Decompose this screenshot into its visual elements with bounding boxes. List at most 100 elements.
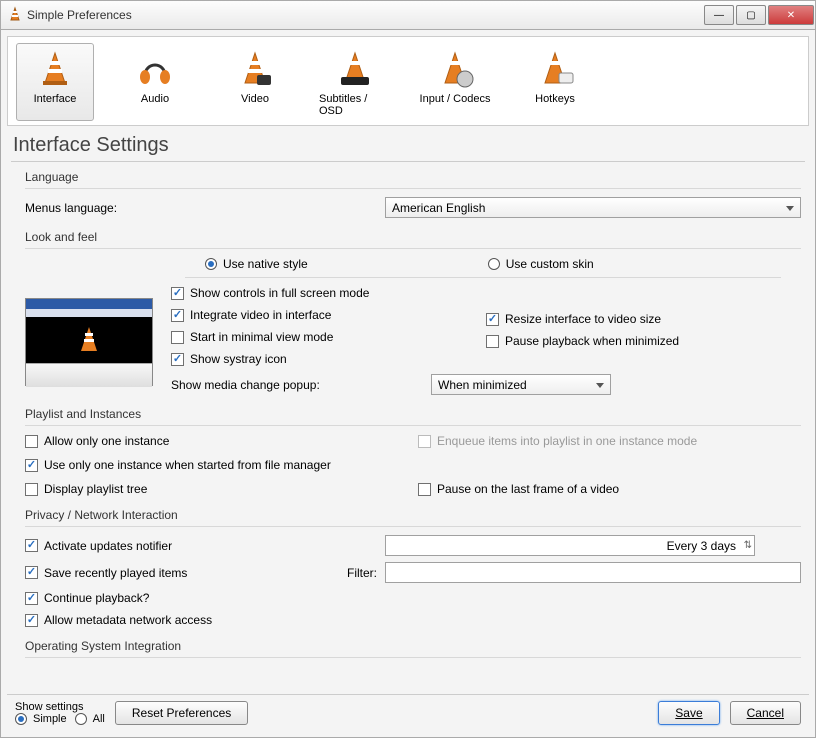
checkbox-icon bbox=[25, 592, 38, 605]
interface-icon bbox=[31, 47, 79, 91]
footer: Show settings Simple All Reset Preferenc… bbox=[7, 694, 809, 731]
check-label: Display playlist tree bbox=[44, 482, 147, 496]
group-title: Operating System Integration bbox=[25, 639, 801, 653]
radio-simple[interactable]: Simple bbox=[15, 713, 67, 725]
check-label: Integrate video in interface bbox=[190, 308, 331, 322]
check-show-controls[interactable]: Show controls in full screen mode bbox=[171, 286, 486, 300]
group-title: Language bbox=[25, 170, 801, 184]
filter-input[interactable] bbox=[385, 562, 801, 583]
video-icon bbox=[231, 47, 279, 91]
check-start-minimal[interactable]: Start in minimal view mode bbox=[171, 330, 486, 344]
check-label: Start in minimal view mode bbox=[190, 330, 333, 344]
checkbox-icon bbox=[25, 483, 38, 496]
category-subtitles[interactable]: Subtitles / OSD bbox=[316, 43, 394, 121]
check-label: Use only one instance when started from … bbox=[44, 458, 331, 472]
category-label: Subtitles / OSD bbox=[319, 93, 391, 117]
group-separator bbox=[25, 248, 801, 249]
maximize-button[interactable]: ▢ bbox=[736, 5, 766, 25]
save-button[interactable]: Save bbox=[658, 701, 719, 725]
check-label: Show systray icon bbox=[190, 352, 287, 366]
category-hotkeys[interactable]: Hotkeys bbox=[516, 43, 594, 121]
check-label: Allow metadata network access bbox=[44, 613, 212, 627]
check-use-one-fm[interactable]: Use only one instance when started from … bbox=[25, 458, 408, 472]
group-playlist: Playlist and Instances Allow only one in… bbox=[25, 407, 801, 496]
check-allow-one-instance[interactable]: Allow only one instance bbox=[25, 434, 408, 448]
group-title: Look and feel bbox=[25, 230, 801, 244]
checkbox-icon bbox=[418, 483, 431, 496]
category-bar: Interface Audio Video Subtitles / OSD In… bbox=[7, 36, 809, 126]
check-continue-playback[interactable]: Continue playback? bbox=[25, 591, 801, 605]
checkbox-icon bbox=[171, 331, 184, 344]
category-audio[interactable]: Audio bbox=[116, 43, 194, 121]
check-show-systray[interactable]: Show systray icon bbox=[171, 352, 486, 366]
checkbox-icon bbox=[486, 335, 499, 348]
checkbox-icon bbox=[171, 287, 184, 300]
show-settings-group: Show settings Simple All bbox=[15, 701, 105, 725]
category-video[interactable]: Video bbox=[216, 43, 294, 121]
group-separator bbox=[25, 526, 801, 527]
updates-interval-spinner[interactable]: Every 3 days bbox=[385, 535, 755, 556]
category-input-codecs[interactable]: Input / Codecs bbox=[416, 43, 494, 121]
check-label: Pause playback when minimized bbox=[505, 334, 679, 348]
radio-icon bbox=[75, 713, 87, 725]
check-enqueue-items: Enqueue items into playlist in one insta… bbox=[418, 434, 801, 448]
media-popup-select[interactable]: When minimized bbox=[431, 374, 611, 395]
category-interface[interactable]: Interface bbox=[16, 43, 94, 121]
check-integrate-video[interactable]: Integrate video in interface bbox=[171, 308, 486, 322]
check-pause-minimized[interactable]: Pause playback when minimized bbox=[486, 334, 801, 348]
check-label: Continue playback? bbox=[44, 591, 149, 605]
cancel-button[interactable]: Cancel bbox=[730, 701, 801, 725]
check-label: Pause on the last frame of a video bbox=[437, 482, 619, 496]
radio-label: Simple bbox=[33, 713, 67, 725]
group-privacy: Privacy / Network Interaction Activate u… bbox=[25, 508, 801, 627]
check-updates-notifier[interactable]: Activate updates notifier bbox=[25, 539, 385, 553]
category-label: Audio bbox=[141, 93, 169, 105]
check-save-recent[interactable]: Save recently played items bbox=[25, 566, 325, 580]
checkbox-icon bbox=[25, 459, 38, 472]
minimize-button[interactable]: — bbox=[704, 5, 734, 25]
check-label: Show controls in full screen mode bbox=[190, 286, 369, 300]
group-separator bbox=[25, 425, 801, 426]
category-label: Hotkeys bbox=[535, 93, 575, 105]
radio-icon bbox=[488, 258, 500, 270]
check-label: Save recently played items bbox=[44, 566, 187, 580]
checkbox-icon bbox=[25, 614, 38, 627]
filter-label: Filter: bbox=[325, 566, 385, 580]
input-codecs-icon bbox=[431, 47, 479, 91]
radio-all[interactable]: All bbox=[75, 713, 105, 725]
check-display-tree[interactable]: Display playlist tree bbox=[25, 482, 408, 496]
radio-label: All bbox=[93, 713, 105, 725]
reset-preferences-button[interactable]: Reset Preferences bbox=[115, 701, 248, 725]
hotkeys-icon bbox=[531, 47, 579, 91]
check-pause-last-frame[interactable]: Pause on the last frame of a video bbox=[418, 482, 801, 496]
check-label: Resize interface to video size bbox=[505, 312, 661, 326]
category-label: Input / Codecs bbox=[420, 93, 491, 105]
settings-scroll-area[interactable]: Language Menus language: American Englis… bbox=[7, 166, 809, 694]
group-language: Language Menus language: American Englis… bbox=[25, 170, 801, 218]
checkbox-icon bbox=[25, 435, 38, 448]
skin-preview bbox=[25, 298, 153, 386]
show-settings-label: Show settings bbox=[15, 701, 105, 713]
check-resize-interface[interactable]: Resize interface to video size bbox=[486, 312, 801, 326]
checkbox-icon bbox=[171, 353, 184, 366]
audio-icon bbox=[131, 47, 179, 91]
checkbox-icon bbox=[171, 309, 184, 322]
title-separator bbox=[11, 161, 805, 162]
group-os-integration: Operating System Integration bbox=[25, 639, 801, 658]
check-metadata-access[interactable]: Allow metadata network access bbox=[25, 613, 801, 627]
category-label: Video bbox=[241, 93, 269, 105]
menus-language-select[interactable]: American English bbox=[385, 197, 801, 218]
page-title: Interface Settings bbox=[13, 134, 803, 157]
radio-label: Use native style bbox=[223, 257, 308, 271]
group-separator bbox=[25, 188, 801, 189]
category-label: Interface bbox=[34, 93, 77, 105]
checkbox-icon bbox=[25, 539, 38, 552]
radio-icon bbox=[205, 258, 217, 270]
radio-custom-skin[interactable]: Use custom skin bbox=[488, 257, 594, 271]
close-button[interactable]: ✕ bbox=[768, 5, 814, 25]
check-label: Activate updates notifier bbox=[44, 539, 172, 553]
check-label: Enqueue items into playlist in one insta… bbox=[437, 434, 697, 448]
radio-native-style[interactable]: Use native style bbox=[205, 257, 308, 271]
titlebar: Simple Preferences — ▢ ✕ bbox=[0, 0, 816, 30]
group-lookfeel: Look and feel Use native style Use custo… bbox=[25, 230, 801, 395]
